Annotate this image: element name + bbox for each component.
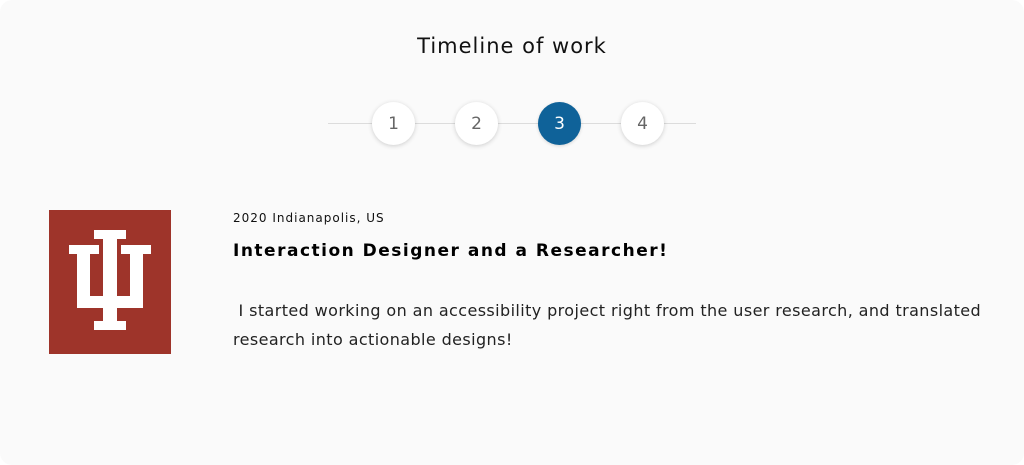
- step-1-button[interactable]: 1: [372, 102, 415, 145]
- step-4-button[interactable]: 4: [621, 102, 664, 145]
- section-title: Timeline of work: [417, 34, 607, 58]
- step-2-button[interactable]: 2: [455, 102, 498, 145]
- entry-role-title: Interaction Designer and a Researcher!: [233, 241, 669, 261]
- entry-meta: 2020 Indianapolis, US: [233, 211, 385, 225]
- step-3-button[interactable]: 3: [538, 102, 581, 145]
- timeline-card: Timeline of work 1 2 3 4 2020 Indianapol…: [0, 0, 1024, 465]
- entry-description: I started working on an accessibility pr…: [233, 301, 987, 349]
- timeline-stepper: 1 2 3 4: [328, 102, 696, 146]
- indiana-university-logo: [49, 210, 171, 354]
